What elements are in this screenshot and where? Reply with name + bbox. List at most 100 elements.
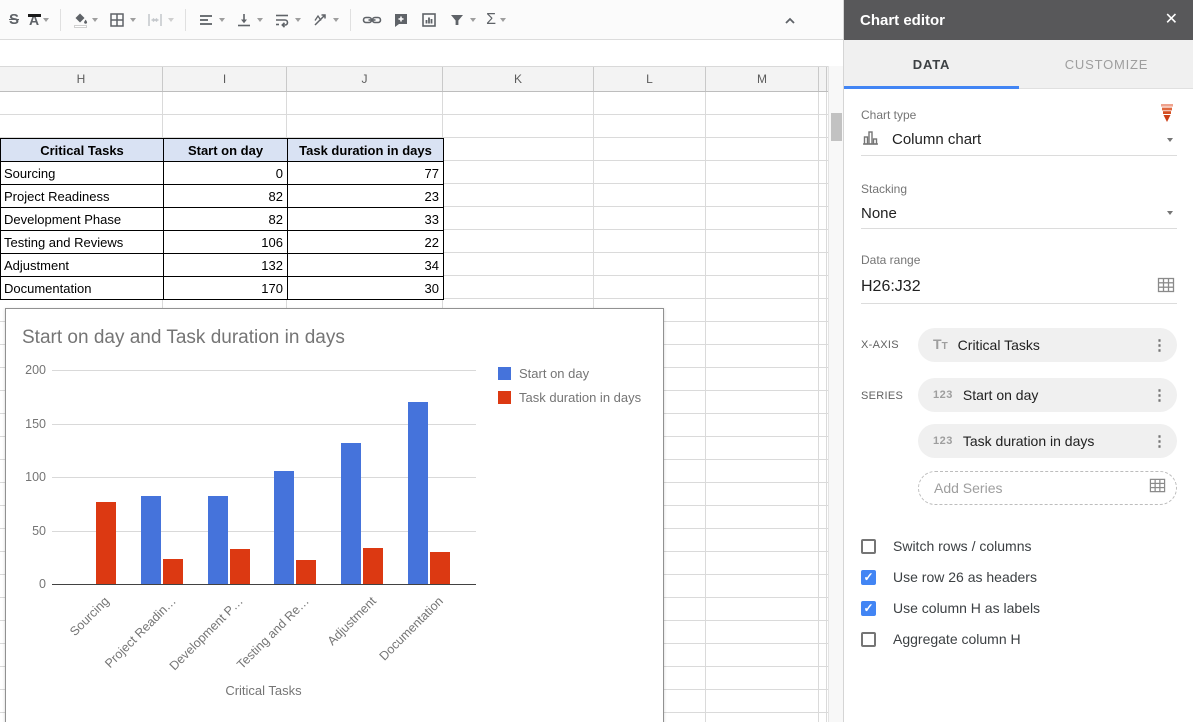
- formula-bar[interactable]: [0, 41, 843, 66]
- legend-item: Task duration in days: [498, 390, 641, 405]
- select-range-icon[interactable]: [1149, 477, 1166, 499]
- checkbox-unchecked-icon[interactable]: [861, 539, 876, 554]
- strikethrough-icon[interactable]: S: [4, 5, 24, 35]
- series-pill-task-duration-in-days[interactable]: 123Task duration in days⋮: [918, 424, 1177, 458]
- table-cell[interactable]: Testing and Reviews: [1, 231, 164, 254]
- close-icon[interactable]: ✕: [1165, 12, 1178, 28]
- text-color-icon[interactable]: A: [24, 5, 54, 35]
- panel-header: Chart editor ✕: [844, 0, 1193, 40]
- chart-editor-panel: Chart editor ✕ DATA CUSTOMIZE Chart type…: [843, 0, 1193, 722]
- table-cell[interactable]: 22: [288, 231, 444, 254]
- bar-task-duration-in-days: [163, 559, 183, 584]
- x-axis-line: [52, 584, 476, 585]
- column-header-I[interactable]: I: [163, 67, 287, 91]
- more-options-icon[interactable]: ⋮: [1152, 336, 1167, 354]
- vertical-align-icon[interactable]: [230, 5, 268, 35]
- column-header-J[interactable]: J: [287, 67, 443, 91]
- data-range-label: Data range: [861, 253, 920, 267]
- more-options-icon[interactable]: ⋮: [1152, 386, 1167, 404]
- chevron-down-icon: [1167, 211, 1173, 215]
- checkbox-row-aggregate-column-h[interactable]: Aggregate column H: [861, 629, 1021, 649]
- table-cell[interactable]: 82: [164, 185, 288, 208]
- insert-link-icon[interactable]: [357, 5, 387, 35]
- column-header-K[interactable]: K: [443, 67, 594, 91]
- bar-task-duration-in-days: [363, 548, 383, 584]
- y-tick-label: 100: [10, 470, 46, 484]
- series-pill-start-on-day[interactable]: 123Start on day⋮: [918, 378, 1177, 412]
- select-data-range-icon[interactable]: [1157, 276, 1175, 299]
- x-axis-section-label: X-AXIS: [861, 339, 899, 351]
- column-header-partial[interactable]: [819, 67, 827, 91]
- checkbox-label: Use column H as labels: [893, 600, 1040, 616]
- table-header-cell[interactable]: Task duration in days: [288, 139, 444, 162]
- text-rotation-icon[interactable]: [306, 5, 344, 35]
- fill-color-icon[interactable]: [67, 5, 103, 35]
- borders-icon[interactable]: [103, 5, 141, 35]
- sheet-grid[interactable]: Critical TasksStart on dayTask duration …: [0, 92, 828, 722]
- table-cell[interactable]: Documentation: [1, 277, 164, 300]
- stacking-select[interactable]: None: [861, 198, 1177, 229]
- legend-item: Start on day: [498, 366, 589, 381]
- legend-label: Task duration in days: [519, 390, 641, 405]
- tab-customize[interactable]: CUSTOMIZE: [1019, 40, 1193, 88]
- column-headers[interactable]: HIJKLM: [0, 66, 828, 92]
- checkbox-row-use-row-26-as-headers[interactable]: ✓Use row 26 as headers: [861, 567, 1037, 587]
- column-header-L[interactable]: L: [594, 67, 706, 91]
- vertical-scrollbar[interactable]: [828, 66, 843, 722]
- bar-start-on-day: [141, 496, 161, 584]
- x-axis-pill[interactable]: TT Critical Tasks ⋮: [918, 328, 1177, 362]
- checkbox-row-switch-rows-columns[interactable]: Switch rows / columns: [861, 536, 1031, 556]
- table-cell[interactable]: 33: [288, 208, 444, 231]
- series-pill-label: Task duration in days: [963, 433, 1152, 449]
- gridline: [818, 92, 819, 722]
- data-range-field[interactable]: H26:J32: [861, 271, 1177, 304]
- spreadsheet-app: S A: [0, 0, 1193, 722]
- checkbox-checked-icon[interactable]: ✓: [861, 601, 876, 616]
- checkbox-unchecked-icon[interactable]: [861, 632, 876, 647]
- text-wrap-icon[interactable]: [268, 5, 306, 35]
- table-cell[interactable]: Sourcing: [1, 162, 164, 185]
- merge-cells-icon[interactable]: [141, 5, 179, 35]
- table-row: Sourcing077: [1, 162, 444, 185]
- table-cell[interactable]: Development Phase: [1, 208, 164, 231]
- table-cell[interactable]: 170: [164, 277, 288, 300]
- table-cell[interactable]: 132: [164, 254, 288, 277]
- checkbox-checked-icon[interactable]: ✓: [861, 570, 876, 585]
- table-cell[interactable]: Project Readiness: [1, 185, 164, 208]
- insert-chart-icon[interactable]: [415, 5, 443, 35]
- scrollbar-thumb[interactable]: [831, 113, 842, 141]
- data-table[interactable]: Critical TasksStart on dayTask duration …: [0, 138, 444, 300]
- bar-task-duration-in-days: [430, 552, 450, 584]
- table-cell[interactable]: 23: [288, 185, 444, 208]
- add-series-field[interactable]: Add Series: [918, 471, 1177, 505]
- insert-comment-icon[interactable]: [387, 5, 415, 35]
- table-cell[interactable]: 106: [164, 231, 288, 254]
- table-cell[interactable]: 82: [164, 208, 288, 231]
- toolbar-divider: [60, 9, 61, 31]
- checkbox-row-use-column-h-as-labels[interactable]: ✓ Use column H as labels: [861, 598, 1040, 618]
- table-cell[interactable]: 30: [288, 277, 444, 300]
- functions-icon[interactable]: Σ: [481, 5, 511, 35]
- tab-data[interactable]: DATA: [844, 40, 1019, 88]
- more-options-icon[interactable]: ⋮: [1152, 432, 1167, 450]
- horizontal-align-icon[interactable]: [192, 5, 230, 35]
- table-cell[interactable]: 77: [288, 162, 444, 185]
- column-header-M[interactable]: M: [706, 67, 819, 91]
- table-header-cell[interactable]: Critical Tasks: [1, 139, 164, 162]
- collapse-toolbar-icon[interactable]: [778, 9, 802, 33]
- table-header-cell[interactable]: Start on day: [164, 139, 288, 162]
- chart-type-select[interactable]: Column chart: [861, 124, 1177, 156]
- filter-icon[interactable]: [443, 5, 481, 35]
- embedded-chart[interactable]: Start on day and Task duration in days 0…: [5, 308, 664, 722]
- series-pill-label: Start on day: [963, 387, 1152, 403]
- table-row: Testing and Reviews10622: [1, 231, 444, 254]
- table-cell[interactable]: Adjustment: [1, 254, 164, 277]
- stacking-label: Stacking: [861, 182, 907, 196]
- table-cell[interactable]: 34: [288, 254, 444, 277]
- table-row: Documentation17030: [1, 277, 444, 300]
- gridline: [826, 92, 827, 722]
- checkbox-label: Aggregate column H: [893, 631, 1021, 647]
- bar-start-on-day: [208, 496, 228, 584]
- table-cell[interactable]: 0: [164, 162, 288, 185]
- column-header-H[interactable]: H: [0, 67, 163, 91]
